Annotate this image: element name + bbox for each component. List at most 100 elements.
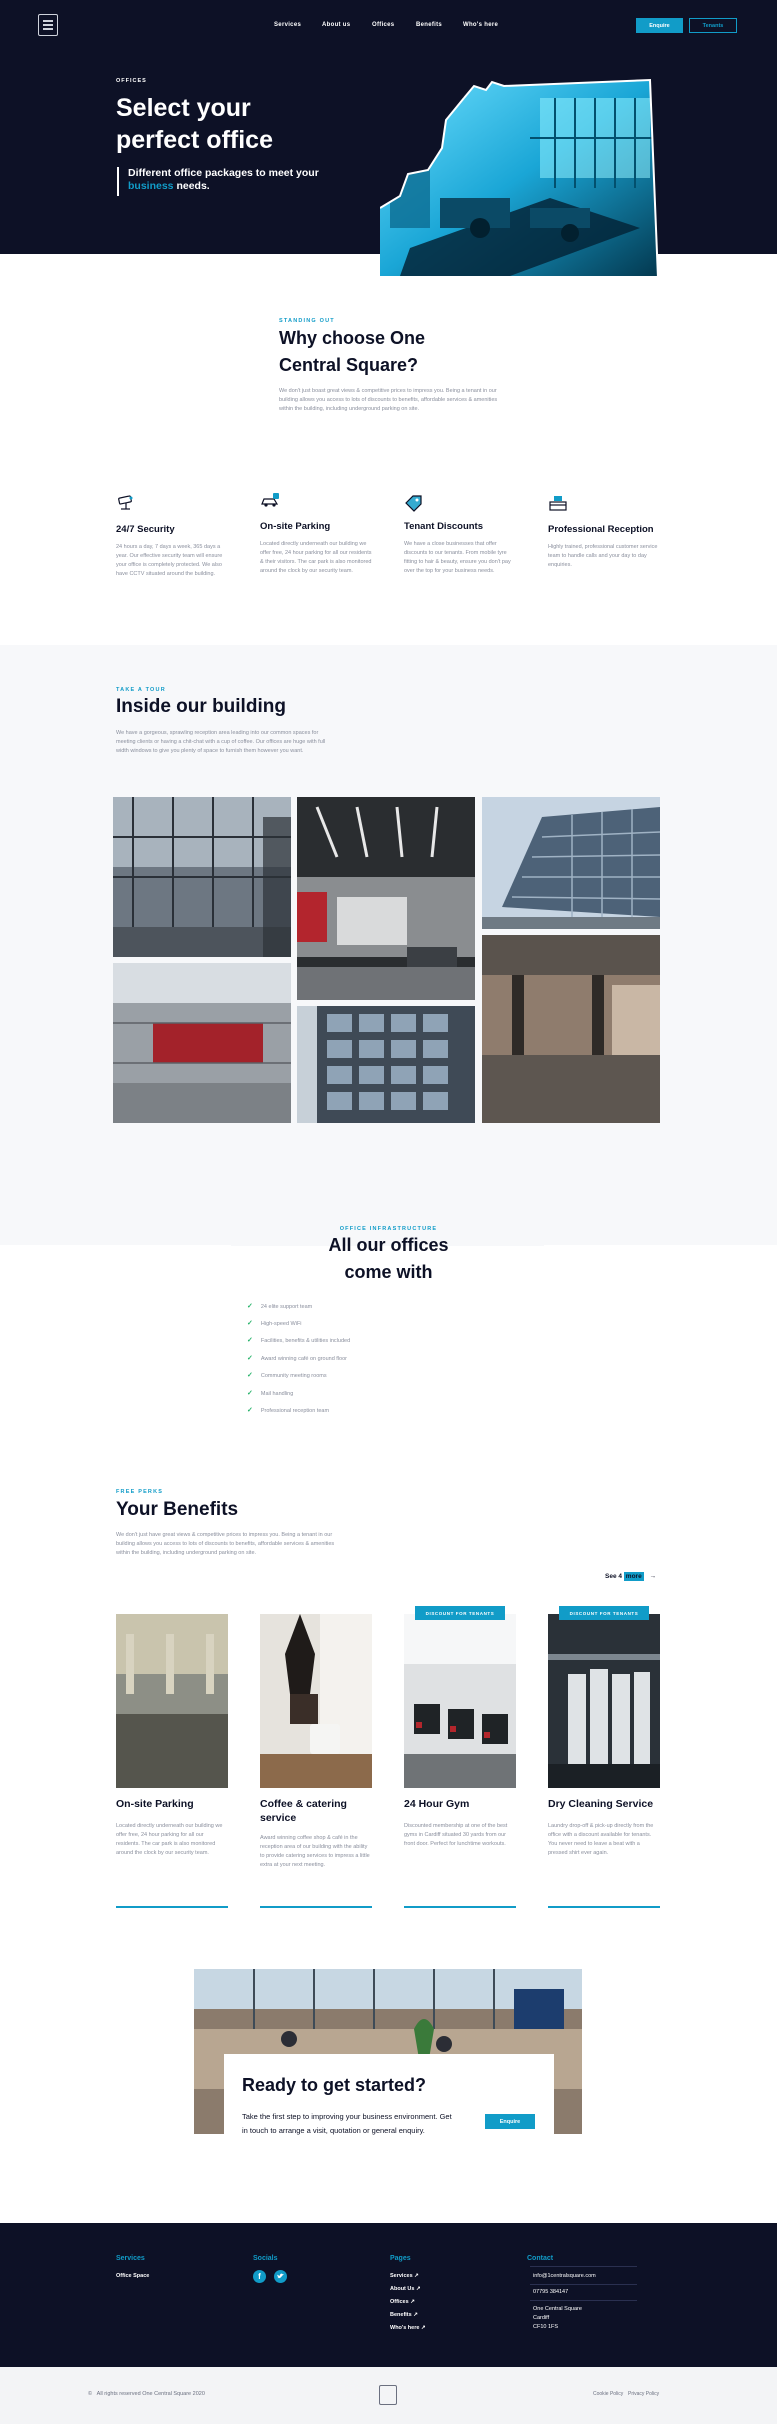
footer-link-office-space[interactable]: Office Space (116, 2273, 149, 2279)
benefits-body: We don't just have great views & competi… (116, 1532, 335, 1556)
benefit-desc: Located directly underneath our building… (116, 1823, 223, 1856)
footer-email[interactable]: info@1centralsquare.com (533, 2273, 596, 2279)
footer-link-whos-here[interactable]: Who's here ↗ (390, 2325, 426, 2331)
hero-section: Services About us Offices Benefits Who's… (0, 0, 777, 276)
office-feature-item: ✓ High-speed WiFi (247, 1319, 302, 1327)
discount-tag-icon (405, 495, 422, 512)
office-feature-text: 24 elite support team (260, 1304, 313, 1310)
reception-desk-icon (549, 496, 567, 511)
check-icon: ✓ (247, 1337, 253, 1344)
tenants-button[interactable]: Tenants (689, 18, 737, 33)
footer-link-label[interactable]: Who's here (390, 2325, 419, 2331)
nav-link-benefits[interactable]: Benefits (416, 22, 442, 28)
hero-sub-accent: business (128, 180, 174, 192)
benefit-title: On-site Parking (116, 1798, 194, 1810)
nav-link-whos-here[interactable]: Who's here (463, 22, 498, 28)
logo[interactable] (38, 14, 58, 36)
discount-badge: DISCOUNT FOR TENANTS (415, 1606, 505, 1620)
gallery-photo-atrium[interactable] (113, 963, 291, 1123)
gallery-photo-reception[interactable] (297, 797, 475, 1000)
discount-badge: DISCOUNT FOR TENANTS (559, 1606, 649, 1620)
privacy-policy-link[interactable]: Privacy Policy (628, 2391, 659, 2397)
facebook-icon[interactable]: f (253, 2270, 266, 2283)
footer-services-heading: Services (116, 2255, 145, 2262)
feature-desc-discounts: We have a close businesses that offer di… (404, 541, 511, 574)
office-feature-text: Professional reception team (260, 1408, 330, 1414)
pager-more[interactable]: more (623, 1572, 644, 1581)
office-feature-item: ✓ Community meeting rooms (247, 1371, 327, 1379)
twitter-icon[interactable] (274, 2270, 287, 2283)
footer-link-label[interactable]: Services (390, 2273, 413, 2279)
cta-body: Take the first step to improving your bu… (242, 2112, 452, 2135)
footer-logo[interactable] (379, 2385, 397, 2405)
hero-eyebrow: OFFICES (116, 78, 147, 84)
gallery-photo-exterior[interactable] (482, 797, 660, 929)
bottom-bar: © All rights reserved One Central Square… (0, 2367, 777, 2424)
cctv-camera-icon (118, 495, 133, 510)
feature-title-security: 24/7 Security (116, 524, 175, 535)
gallery-photo-entrance[interactable] (113, 797, 291, 957)
footer-link-label[interactable]: Benefits (390, 2312, 412, 2318)
footer-link-label[interactable]: Offices (390, 2299, 409, 2305)
nav-link-services[interactable]: Services (274, 22, 301, 28)
footer-phone[interactable]: 07795 384147 (533, 2289, 568, 2295)
office-feature-item: ✓ Award winning café on ground floor (247, 1354, 347, 1362)
benefit-title: 24 Hour Gym (404, 1798, 470, 1810)
benefit-underline (404, 1906, 516, 1908)
cookie-policy-link[interactable]: Cookie Policy (593, 2391, 623, 2397)
benefit-photo-coffee (260, 1614, 372, 1788)
office-feature-item: ✓ Mail handling (247, 1389, 293, 1397)
footer-link-about[interactable]: About Us ↗ (390, 2286, 421, 2292)
offices-title: All our offices come with (328, 1235, 449, 1282)
check-icon: ✓ (247, 1372, 253, 1379)
footer-divider (530, 2266, 637, 2267)
copyright-icon: © (88, 2391, 93, 2397)
footer-link-services[interactable]: Services ↗ (390, 2273, 419, 2279)
footer-link-benefits[interactable]: Benefits ↗ (390, 2312, 418, 2318)
cta-card: Ready to get started? Take the first ste… (224, 2054, 554, 2169)
parking-car-icon (261, 493, 279, 507)
footer-link-label[interactable]: About Us (390, 2286, 414, 2292)
gallery-photo-open-floor[interactable] (482, 935, 660, 1123)
benefit-title: Coffee & catering service (260, 1798, 347, 1824)
footer-link-offices[interactable]: Offices ↗ (390, 2299, 415, 2305)
check-icon: ✓ (247, 1390, 253, 1397)
nav-link-about[interactable]: About us (322, 22, 350, 28)
benefit-title: Dry Cleaning Service (548, 1798, 654, 1810)
check-icon: ✓ (247, 1320, 253, 1327)
pager-prefix: See 4 (605, 1573, 624, 1580)
arrow-right-icon[interactable]: → (650, 1573, 657, 1580)
feature-title-parking: On-site Parking (260, 521, 331, 532)
hero-sub-suffix: needs. (173, 180, 210, 192)
external-link-icon: ↗ (415, 2286, 421, 2292)
office-feature-text: Facilities, benefits & utilities include… (260, 1338, 351, 1344)
enquire-button[interactable]: Enquire (636, 18, 683, 33)
office-feature-text: High-speed WiFi (260, 1321, 302, 1327)
cta-enquire-button[interactable]: Enquire (485, 2114, 535, 2129)
office-feature-item: ✓ 24 elite support team (247, 1302, 312, 1310)
gallery-photo-facade[interactable] (297, 1006, 475, 1123)
benefit-underline (116, 1906, 228, 1908)
benefit-photo-gym (404, 1614, 516, 1788)
external-link-icon: ↗ (414, 2273, 419, 2279)
footer-contact-heading: Contact (527, 2255, 554, 2262)
feature-desc-reception: Highly trained, professional customer se… (548, 544, 658, 568)
check-icon: ✓ (247, 1303, 253, 1310)
office-feature-text: Community meeting rooms (260, 1373, 327, 1379)
cta-title: Ready to get started? (242, 2075, 427, 2095)
nav-link-offices[interactable]: Offices (372, 22, 394, 28)
benefits-eyebrow: FREE PERKS (116, 1489, 164, 1495)
external-link-icon: ↗ (420, 2325, 426, 2331)
benefit-desc: Discounted membership at one of the best… (404, 1823, 508, 1847)
feature-title-reception: Professional Reception (548, 524, 654, 535)
why-body: We don't just boast great views & compet… (279, 388, 498, 412)
footer-pages-heading: Pages (390, 2255, 411, 2262)
benefit-desc: Award winning coffee shop & café in the … (260, 1835, 370, 1868)
footer-address-line: One Central Square (533, 2306, 582, 2312)
benefits-pager[interactable]: See 4 more → (605, 1572, 657, 1581)
footer-address-line: CF10 1FS (533, 2324, 559, 2330)
why-eyebrow: STANDING OUT (279, 318, 335, 324)
feature-desc-security: 24 hours a day, 7 days a week, 365 days … (116, 544, 223, 577)
benefit-photo-dry-cleaning (548, 1614, 660, 1788)
check-icon: ✓ (247, 1355, 253, 1362)
